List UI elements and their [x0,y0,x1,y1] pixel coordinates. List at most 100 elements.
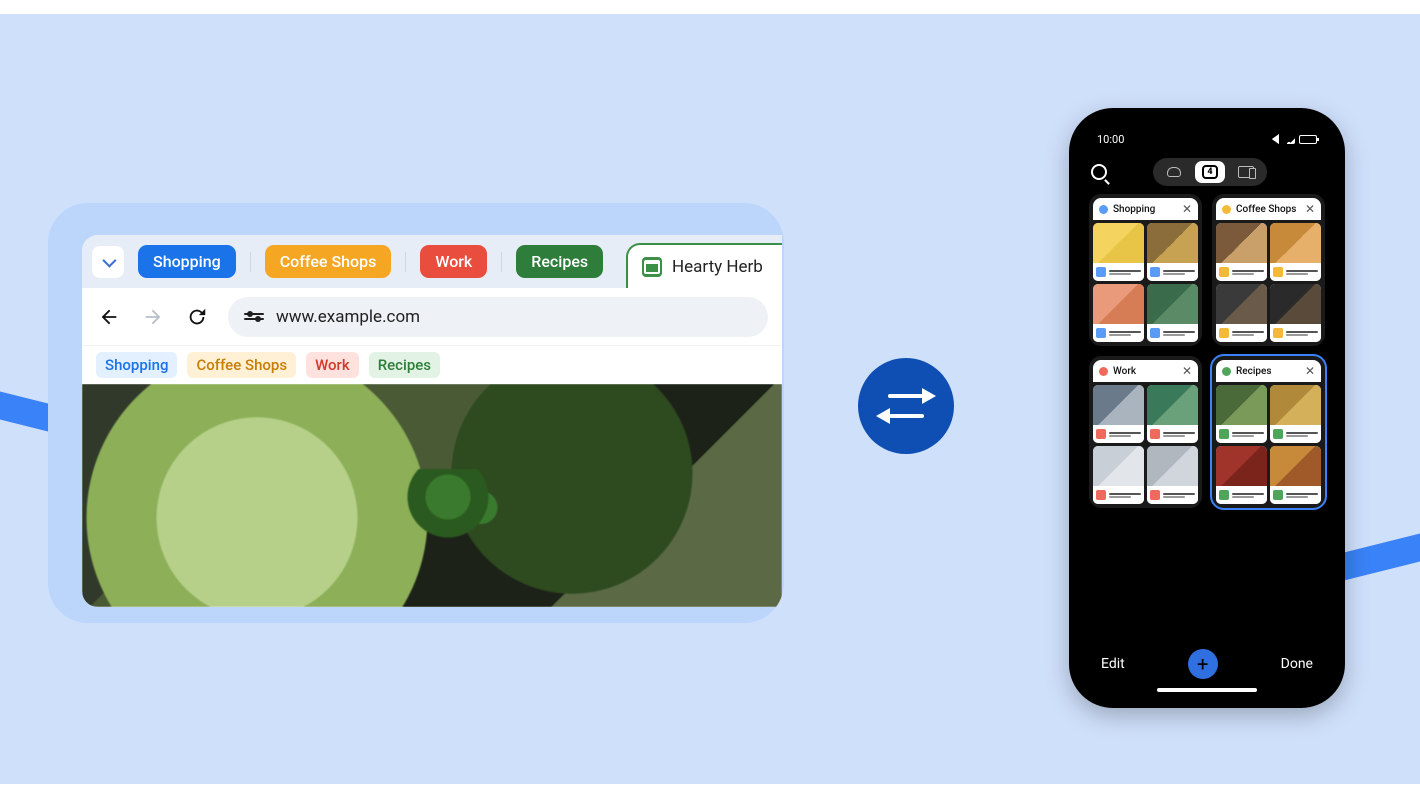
tab-group-separator [501,252,502,272]
tab-favicon-icon [1273,490,1283,500]
tab-thumbnail-footer [1093,263,1144,281]
open-tabs-button[interactable]: 4 [1195,161,1225,183]
tab-title-placeholder [1286,492,1318,499]
active-tab[interactable]: Hearty Herb [626,243,782,288]
tab-thumbnail[interactable] [1216,223,1267,281]
group-color-dot-icon [1099,367,1108,376]
tab-group-pill-shopping[interactable]: Shopping [138,245,236,278]
back-button[interactable] [96,304,122,330]
tab-group-pill-coffee-shops[interactable]: Coffee Shops [265,245,392,278]
group-color-dot-icon [1222,367,1231,376]
tab-thumbnail-footer [1147,324,1198,342]
cellular-icon [1265,134,1279,144]
bookmark-chip-recipes[interactable]: Recipes [369,352,440,378]
tab-group-card-recipes[interactable]: Recipes ✕ [1212,356,1325,508]
status-bar: 10:00 [1087,130,1327,148]
active-tab-title: Hearty Herb [672,257,763,277]
reload-button[interactable] [184,304,210,330]
incognito-tabs-button[interactable] [1159,161,1189,183]
tab-thumbnail-image [1093,446,1144,486]
tab-thumbnail[interactable] [1270,223,1321,281]
close-group-button[interactable]: ✕ [1305,202,1315,216]
tab-thumbnail[interactable] [1270,284,1321,342]
group-tiles [1216,382,1321,504]
tab-title-placeholder [1232,330,1264,337]
tab-thumbnail[interactable] [1093,284,1144,342]
tab-thumbnail[interactable] [1093,385,1144,443]
url-text: www.example.com [276,307,420,327]
tab-thumbnail[interactable] [1147,385,1198,443]
tab-favicon-icon [1096,328,1106,338]
close-group-button[interactable]: ✕ [1182,202,1192,216]
tab-favicon-icon [1219,328,1229,338]
incognito-icon [1167,167,1181,177]
tab-search-dropdown[interactable] [92,246,124,278]
group-header: Recipes ✕ [1216,360,1321,382]
group-header: Work ✕ [1093,360,1198,382]
tab-thumbnail-image [1216,446,1267,486]
forward-button[interactable] [140,304,166,330]
tab-favicon-icon [1273,429,1283,439]
tab-thumbnail-footer [1093,425,1144,443]
other-devices-button[interactable] [1231,161,1261,183]
tab-thumbnail[interactable] [1216,446,1267,504]
tab-thumbnail[interactable] [1147,446,1198,504]
site-favicon-icon [642,257,662,277]
tab-favicon-icon [1150,328,1160,338]
group-label: Recipes [1236,366,1272,377]
close-group-button[interactable]: ✕ [1305,364,1315,378]
bookmark-chip-coffee-shops[interactable]: Coffee Shops [187,352,296,378]
done-button[interactable]: Done [1281,656,1313,672]
tab-title-placeholder [1286,330,1318,337]
group-tiles [1093,382,1198,504]
group-header: Coffee Shops✕ [1216,198,1321,220]
tab-thumbnail-image [1093,385,1144,425]
search-button[interactable] [1091,164,1107,180]
tab-favicon-icon [1150,267,1160,277]
tab-thumbnail-image [1147,223,1198,263]
phone-frame: 10:00 4 Shopping✕Coffee Shops✕Work✕Recip… [1069,108,1345,708]
site-settings-icon [244,307,264,327]
tab-thumbnail-image [1216,223,1267,263]
tab-thumbnail[interactable] [1093,446,1144,504]
group-label: Shopping [1113,204,1155,215]
tab-group-pill-recipes[interactable]: Recipes [516,245,603,278]
tab-thumbnail-footer [1270,425,1321,443]
tab-thumbnail[interactable] [1270,446,1321,504]
sync-badge [858,358,954,454]
tab-group-card-shopping[interactable]: Shopping ✕ [1089,194,1202,346]
sync-arrows-icon [878,386,934,426]
edit-button[interactable]: Edit [1101,656,1125,672]
tab-thumbnail[interactable] [1093,223,1144,281]
tab-thumbnail-image [1216,385,1267,425]
tab-group-card-work[interactable]: Work ✕ [1089,356,1202,508]
bookmark-chip-shopping[interactable]: Shopping [96,352,177,378]
tab-favicon-icon [1219,490,1229,500]
plus-icon: + [1197,652,1208,676]
tab-thumbnail-footer [1216,486,1267,504]
tab-group-pill-work[interactable]: Work [420,245,487,278]
tab-groups-grid: Shopping✕Coffee Shops✕Work✕Recipes✕ [1087,190,1327,636]
recipe-hero-image [82,384,782,607]
tab-favicon-icon [1219,267,1229,277]
tab-thumbnail[interactable] [1147,284,1198,342]
tab-thumbnail-image [1147,284,1198,324]
tab-thumbnail[interactable] [1147,223,1198,281]
close-group-button[interactable]: ✕ [1182,364,1192,378]
tab-thumbnail-image [1270,446,1321,486]
tab-thumbnail-footer [1147,425,1198,443]
tab-thumbnail[interactable] [1216,284,1267,342]
new-tab-button[interactable]: + [1188,649,1218,679]
tab-thumbnail[interactable] [1270,385,1321,443]
tab-group-separator [405,252,406,272]
address-bar[interactable]: www.example.com [228,297,768,337]
tab-title-placeholder [1163,431,1195,438]
tab-thumbnail-footer [1093,324,1144,342]
tab-title-placeholder [1232,269,1264,276]
tab-favicon-icon [1219,429,1229,439]
browser-window: Shopping Coffee Shops Work Recipes Hearty H… [82,235,782,607]
group-label: Work [1113,366,1136,377]
bookmark-chip-work[interactable]: Work [306,352,359,378]
tab-thumbnail[interactable] [1216,385,1267,443]
tab-group-card-coffee-shops[interactable]: Coffee Shops✕ [1212,194,1325,346]
